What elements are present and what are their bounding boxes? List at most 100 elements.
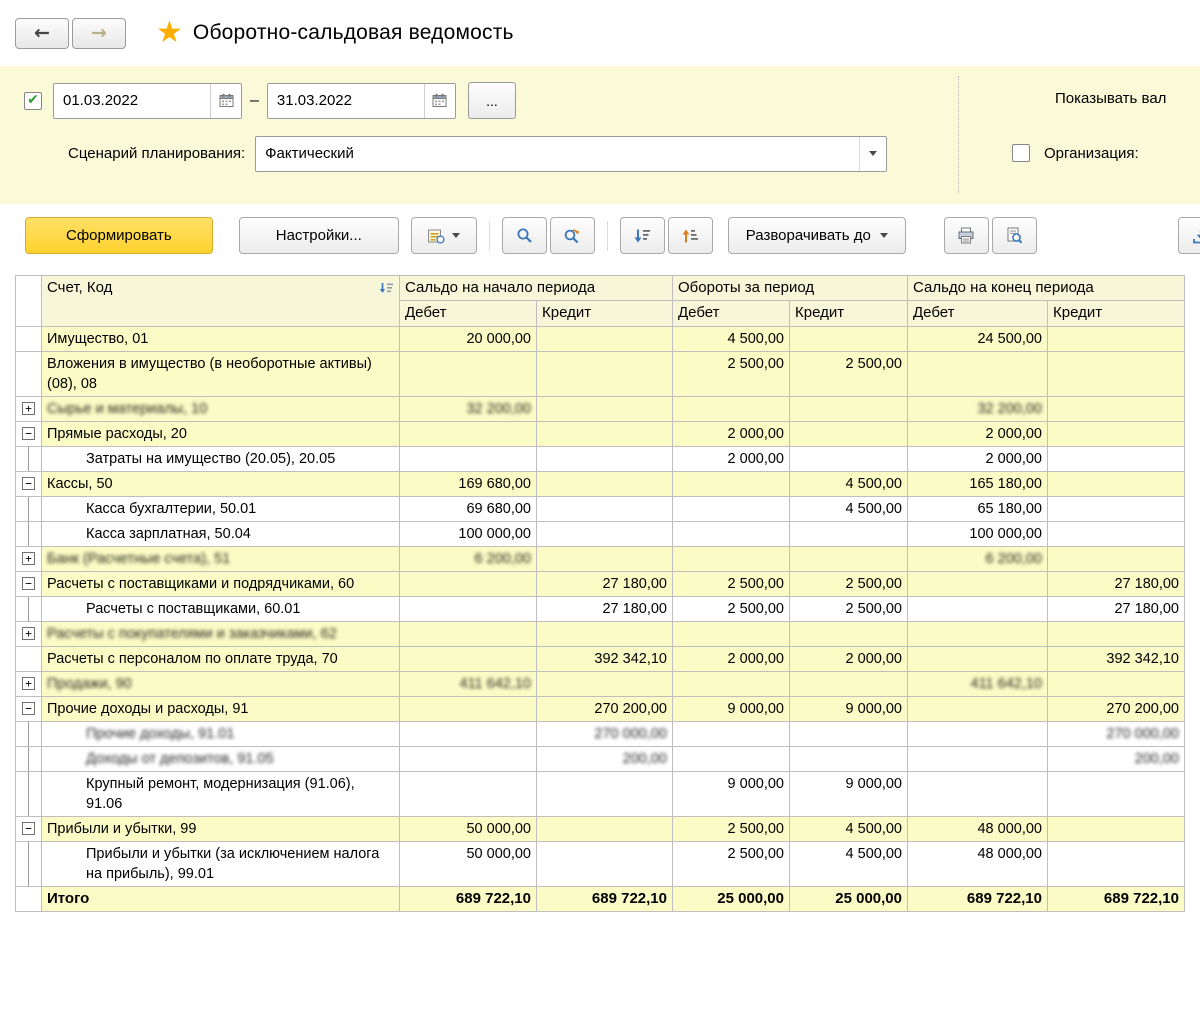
collapse-minus-icon[interactable]: −: [22, 477, 35, 490]
value-cell[interactable]: [1048, 817, 1185, 842]
value-cell[interactable]: [673, 672, 790, 697]
column-header-credit[interactable]: Кредит: [1048, 301, 1185, 327]
value-cell[interactable]: [908, 697, 1048, 722]
value-cell[interactable]: 392 342,10: [537, 647, 673, 672]
column-header-credit[interactable]: Кредит: [537, 301, 673, 327]
value-cell[interactable]: [400, 647, 537, 672]
value-cell[interactable]: [790, 327, 908, 352]
table-row-group[interactable]: −Прочие доходы и расходы, 91270 200,009 …: [16, 697, 1185, 722]
account-cell[interactable]: Продажи, 90: [42, 672, 400, 697]
value-cell[interactable]: 2 000,00: [673, 422, 790, 447]
value-cell[interactable]: 2 500,00: [673, 572, 790, 597]
value-cell[interactable]: 100 000,00: [400, 522, 537, 547]
date-to-calendar-button[interactable]: [424, 84, 455, 118]
value-cell[interactable]: [673, 722, 790, 747]
value-cell[interactable]: [908, 572, 1048, 597]
value-cell[interactable]: [790, 522, 908, 547]
value-cell[interactable]: [790, 722, 908, 747]
account-cell[interactable]: Сырье и материалы, 10: [42, 397, 400, 422]
column-header-debit[interactable]: Дебет: [400, 301, 537, 327]
value-cell[interactable]: 4 500,00: [790, 817, 908, 842]
value-cell[interactable]: [1048, 522, 1185, 547]
total-row[interactable]: Итого689 722,10689 722,1025 000,0025 000…: [16, 887, 1185, 912]
value-cell[interactable]: 4 500,00: [790, 472, 908, 497]
value-cell[interactable]: [790, 747, 908, 772]
value-cell[interactable]: 270 000,00: [537, 722, 673, 747]
value-cell[interactable]: 24 500,00: [908, 327, 1048, 352]
value-cell[interactable]: 50 000,00: [400, 817, 537, 842]
save-to-file-button[interactable]: [1178, 217, 1200, 254]
value-cell[interactable]: [908, 747, 1048, 772]
value-cell[interactable]: [400, 572, 537, 597]
value-cell[interactable]: 2 500,00: [673, 352, 790, 397]
forward-button[interactable]: →: [72, 18, 126, 49]
value-cell[interactable]: 270 200,00: [1048, 697, 1185, 722]
value-cell[interactable]: [537, 497, 673, 522]
value-cell[interactable]: [537, 842, 673, 887]
table-row-detail[interactable]: Крупный ремонт, модернизация (91.06), 91…: [16, 772, 1185, 817]
table-row-group[interactable]: Вложения в имущество (в необоротные акти…: [16, 352, 1185, 397]
table-row-group[interactable]: +Сырье и материалы, 1032 200,0032 200,00: [16, 397, 1185, 422]
value-cell[interactable]: [537, 817, 673, 842]
period-more-button[interactable]: ...: [468, 82, 516, 119]
chevron-down-icon[interactable]: [859, 137, 886, 171]
value-cell[interactable]: [1048, 472, 1185, 497]
column-header-credit[interactable]: Кредит: [790, 301, 908, 327]
value-cell[interactable]: [673, 747, 790, 772]
value-cell[interactable]: [908, 597, 1048, 622]
account-cell[interactable]: Доходы от депозитов, 91.05: [42, 747, 400, 772]
account-cell[interactable]: Банк (Расчетные счета), 51: [42, 547, 400, 572]
value-cell[interactable]: 9 000,00: [790, 697, 908, 722]
value-cell[interactable]: 50 000,00: [400, 842, 537, 887]
generate-button[interactable]: Сформировать: [25, 217, 213, 254]
value-cell[interactable]: 27 180,00: [537, 572, 673, 597]
date-from-calendar-button[interactable]: [210, 84, 241, 118]
table-row-group[interactable]: −Кассы, 50169 680,004 500,00165 180,00: [16, 472, 1185, 497]
settings-button[interactable]: Настройки...: [239, 217, 399, 254]
value-cell[interactable]: 48 000,00: [908, 842, 1048, 887]
value-cell[interactable]: [673, 522, 790, 547]
value-cell[interactable]: [537, 397, 673, 422]
column-header-group[interactable]: Сальдо на начало периода: [400, 276, 673, 301]
value-cell[interactable]: 165 180,00: [908, 472, 1048, 497]
table-row-detail[interactable]: Прибыли и убытки (за исключением налога …: [16, 842, 1185, 887]
period-checkbox[interactable]: ✔: [24, 92, 42, 110]
value-cell[interactable]: 270 000,00: [1048, 722, 1185, 747]
table-row-group[interactable]: −Прибыли и убытки, 9950 000,002 500,004 …: [16, 817, 1185, 842]
collapse-minus-icon[interactable]: −: [22, 427, 35, 440]
value-cell[interactable]: 32 200,00: [908, 397, 1048, 422]
value-cell[interactable]: [1048, 772, 1185, 817]
value-cell[interactable]: [537, 622, 673, 647]
value-cell[interactable]: 20 000,00: [400, 327, 537, 352]
value-cell[interactable]: [908, 772, 1048, 817]
collapse-minus-icon[interactable]: −: [22, 702, 35, 715]
column-header-account[interactable]: Счет, Код: [42, 276, 400, 327]
value-cell[interactable]: 32 200,00: [400, 397, 537, 422]
account-cell[interactable]: Расчеты с поставщиками, 60.01: [42, 597, 400, 622]
value-cell[interactable]: [537, 522, 673, 547]
value-cell[interactable]: 200,00: [537, 747, 673, 772]
value-cell[interactable]: 2 500,00: [790, 572, 908, 597]
value-cell[interactable]: 2 500,00: [790, 597, 908, 622]
table-row-detail[interactable]: Затраты на имущество (20.05), 20.052 000…: [16, 447, 1185, 472]
value-cell[interactable]: [790, 547, 908, 572]
value-cell[interactable]: 27 180,00: [1048, 597, 1185, 622]
value-cell[interactable]: 2 500,00: [790, 352, 908, 397]
value-cell[interactable]: [1048, 352, 1185, 397]
account-cell[interactable]: Вложения в имущество (в необоротные акти…: [42, 352, 400, 397]
value-cell[interactable]: [1048, 842, 1185, 887]
table-row-group[interactable]: +Расчеты с покупателями и заказчиками, 6…: [16, 622, 1185, 647]
expand-to-button[interactable]: Разворачивать до: [728, 217, 906, 254]
value-cell[interactable]: 2 000,00: [673, 647, 790, 672]
expand-plus-icon[interactable]: +: [22, 552, 35, 565]
value-cell[interactable]: 48 000,00: [908, 817, 1048, 842]
value-cell[interactable]: 4 500,00: [673, 327, 790, 352]
value-cell[interactable]: 6 200,00: [908, 547, 1048, 572]
value-cell[interactable]: 392 342,10: [1048, 647, 1185, 672]
value-cell[interactable]: 9 000,00: [673, 772, 790, 817]
value-cell[interactable]: [1048, 547, 1185, 572]
value-cell[interactable]: [400, 352, 537, 397]
value-cell[interactable]: [790, 672, 908, 697]
expand-plus-icon[interactable]: +: [22, 402, 35, 415]
value-cell[interactable]: 200,00: [1048, 747, 1185, 772]
